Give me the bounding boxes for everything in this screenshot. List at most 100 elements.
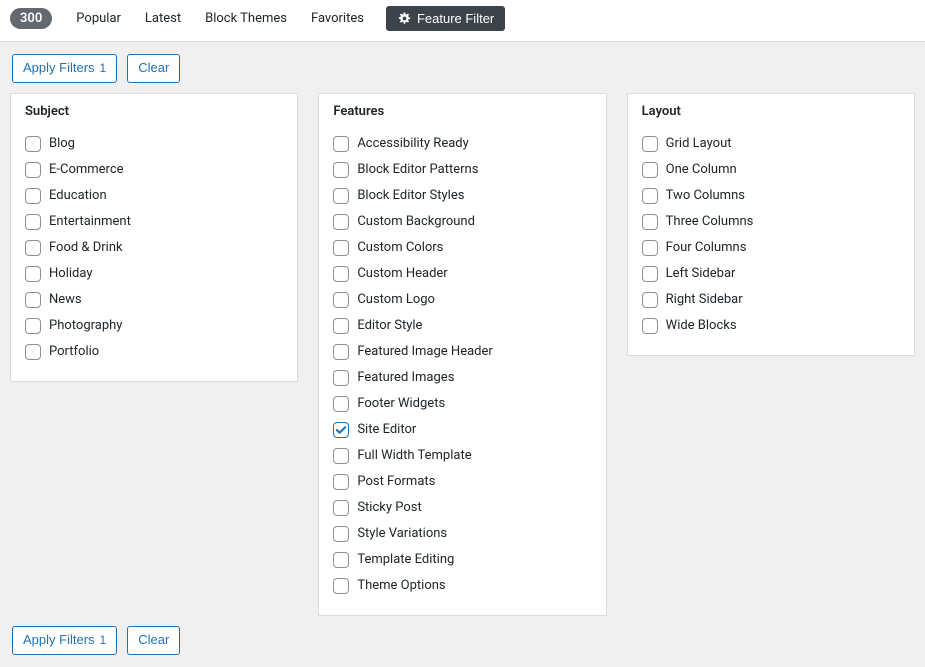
filter-option[interactable]: E-Commerce [25, 157, 283, 183]
filter-option[interactable]: Site Editor [333, 417, 591, 443]
checkbox-icon[interactable] [333, 552, 349, 568]
filter-option-label: Style Variations [357, 526, 447, 541]
apply-count: 1 [100, 59, 107, 78]
checkbox-icon[interactable] [642, 188, 658, 204]
clear-button-bottom[interactable]: Clear [127, 626, 180, 655]
filter-option[interactable]: Entertainment [25, 209, 283, 235]
filter-option[interactable]: Custom Colors [333, 235, 591, 261]
checkbox-icon[interactable] [333, 292, 349, 308]
filter-option[interactable]: Wide Blocks [642, 313, 900, 339]
filter-option[interactable]: Theme Options [333, 573, 591, 599]
tab-favorites[interactable]: Favorites [299, 11, 376, 26]
checkbox-icon[interactable] [642, 292, 658, 308]
checkbox-icon[interactable] [642, 214, 658, 230]
filter-option[interactable]: Two Columns [642, 183, 900, 209]
filter-option[interactable]: Template Editing [333, 547, 591, 573]
filter-option-label: News [49, 292, 82, 307]
filter-option[interactable]: Custom Header [333, 261, 591, 287]
checkbox-icon[interactable] [25, 344, 41, 360]
filter-option[interactable]: Photography [25, 313, 283, 339]
filter-option[interactable]: Blog [25, 131, 283, 157]
filter-option[interactable]: Right Sidebar [642, 287, 900, 313]
action-row-bottom: Apply Filters 1 Clear [10, 616, 915, 657]
tab-block-themes[interactable]: Block Themes [193, 11, 299, 26]
filter-option[interactable]: Post Formats [333, 469, 591, 495]
filter-columns: Subject BlogE-CommerceEducationEntertain… [10, 93, 915, 616]
filter-option[interactable]: Portfolio [25, 339, 283, 365]
filter-panel: Apply Filters 1 Clear Subject BlogE-Comm… [0, 42, 925, 667]
checkbox-icon[interactable] [333, 474, 349, 490]
checkbox-icon[interactable] [333, 578, 349, 594]
checkbox-icon[interactable] [333, 188, 349, 204]
filter-option[interactable]: Featured Images [333, 365, 591, 391]
checkbox-icon[interactable] [333, 422, 349, 438]
checkbox-icon[interactable] [333, 136, 349, 152]
filter-option[interactable]: Custom Background [333, 209, 591, 235]
filter-option[interactable]: Holiday [25, 261, 283, 287]
filter-option[interactable]: Editor Style [333, 313, 591, 339]
filter-option[interactable]: Featured Image Header [333, 339, 591, 365]
filter-option[interactable]: Block Editor Styles [333, 183, 591, 209]
checkbox-icon[interactable] [25, 266, 41, 282]
checkbox-icon[interactable] [642, 318, 658, 334]
checkbox-icon[interactable] [642, 240, 658, 256]
filter-option[interactable]: Style Variations [333, 521, 591, 547]
filter-box-features: Features Accessibility ReadyBlock Editor… [318, 93, 606, 616]
filter-option-label: Food & Drink [49, 240, 123, 255]
checkbox-icon[interactable] [333, 214, 349, 230]
filter-option[interactable]: Food & Drink [25, 235, 283, 261]
checkbox-icon[interactable] [642, 266, 658, 282]
apply-filters-button-bottom[interactable]: Apply Filters 1 [12, 626, 117, 655]
filter-options-subject: BlogE-CommerceEducation Entertainment Food… [25, 131, 283, 365]
filter-options-features: Accessibility Ready Block Editor Patterns… [333, 131, 591, 599]
filter-option-label: Featured Image Header [357, 344, 492, 359]
filter-option[interactable]: Three Columns [642, 209, 900, 235]
filter-option-label: Accessibility Ready [357, 136, 468, 151]
checkbox-icon[interactable] [333, 396, 349, 412]
filter-option-label: Theme Options [357, 578, 445, 593]
checkbox-icon[interactable] [333, 162, 349, 178]
filter-option[interactable]: Footer Widgets [333, 391, 591, 417]
apply-filters-button-top[interactable]: Apply Filters 1 [12, 54, 117, 83]
filter-option[interactable]: Education [25, 183, 283, 209]
checkbox-icon[interactable] [333, 500, 349, 516]
filter-option-label: Custom Background [357, 214, 475, 229]
clear-button-top[interactable]: Clear [127, 54, 180, 83]
filter-option-label: Sticky Post [357, 500, 421, 515]
checkbox-icon[interactable] [25, 162, 41, 178]
checkbox-icon[interactable] [333, 370, 349, 386]
filter-option[interactable]: Four Columns [642, 235, 900, 261]
checkbox-icon[interactable] [333, 526, 349, 542]
checkbox-icon[interactable] [333, 266, 349, 282]
tab-popular[interactable]: Popular [64, 11, 133, 26]
filter-option[interactable]: Accessibility Ready [333, 131, 591, 157]
theme-count-badge: 300 [10, 8, 52, 29]
filter-option[interactable]: News [25, 287, 283, 313]
checkbox-icon[interactable] [25, 240, 41, 256]
checkbox-icon[interactable] [25, 318, 41, 334]
feature-filter-button[interactable]: Feature Filter [386, 6, 505, 31]
checkbox-icon[interactable] [642, 162, 658, 178]
filter-option-label: Featured Images [357, 370, 454, 385]
checkbox-icon[interactable] [333, 448, 349, 464]
checkbox-icon[interactable] [25, 214, 41, 230]
filter-option[interactable]: One Column [642, 157, 900, 183]
filter-option[interactable]: Left Sidebar [642, 261, 900, 287]
checkbox-icon[interactable] [25, 292, 41, 308]
checkbox-icon[interactable] [25, 136, 41, 152]
filter-option-label: Template Editing [357, 552, 454, 567]
checkbox-icon[interactable] [333, 344, 349, 360]
filter-option[interactable]: Full Width Template [333, 443, 591, 469]
checkbox-icon[interactable] [642, 136, 658, 152]
filter-option-label: Portfolio [49, 344, 99, 359]
filter-option[interactable]: Block Editor Patterns [333, 157, 591, 183]
filter-option[interactable]: Custom Logo [333, 287, 591, 313]
filter-option[interactable]: Grid Layout [642, 131, 900, 157]
checkbox-icon[interactable] [333, 240, 349, 256]
checkbox-icon[interactable] [333, 318, 349, 334]
filter-option-label: Entertainment [49, 214, 131, 229]
filter-option-label: Right Sidebar [666, 292, 743, 307]
filter-option[interactable]: Sticky Post [333, 495, 591, 521]
checkbox-icon[interactable] [25, 188, 41, 204]
tab-latest[interactable]: Latest [133, 11, 193, 26]
